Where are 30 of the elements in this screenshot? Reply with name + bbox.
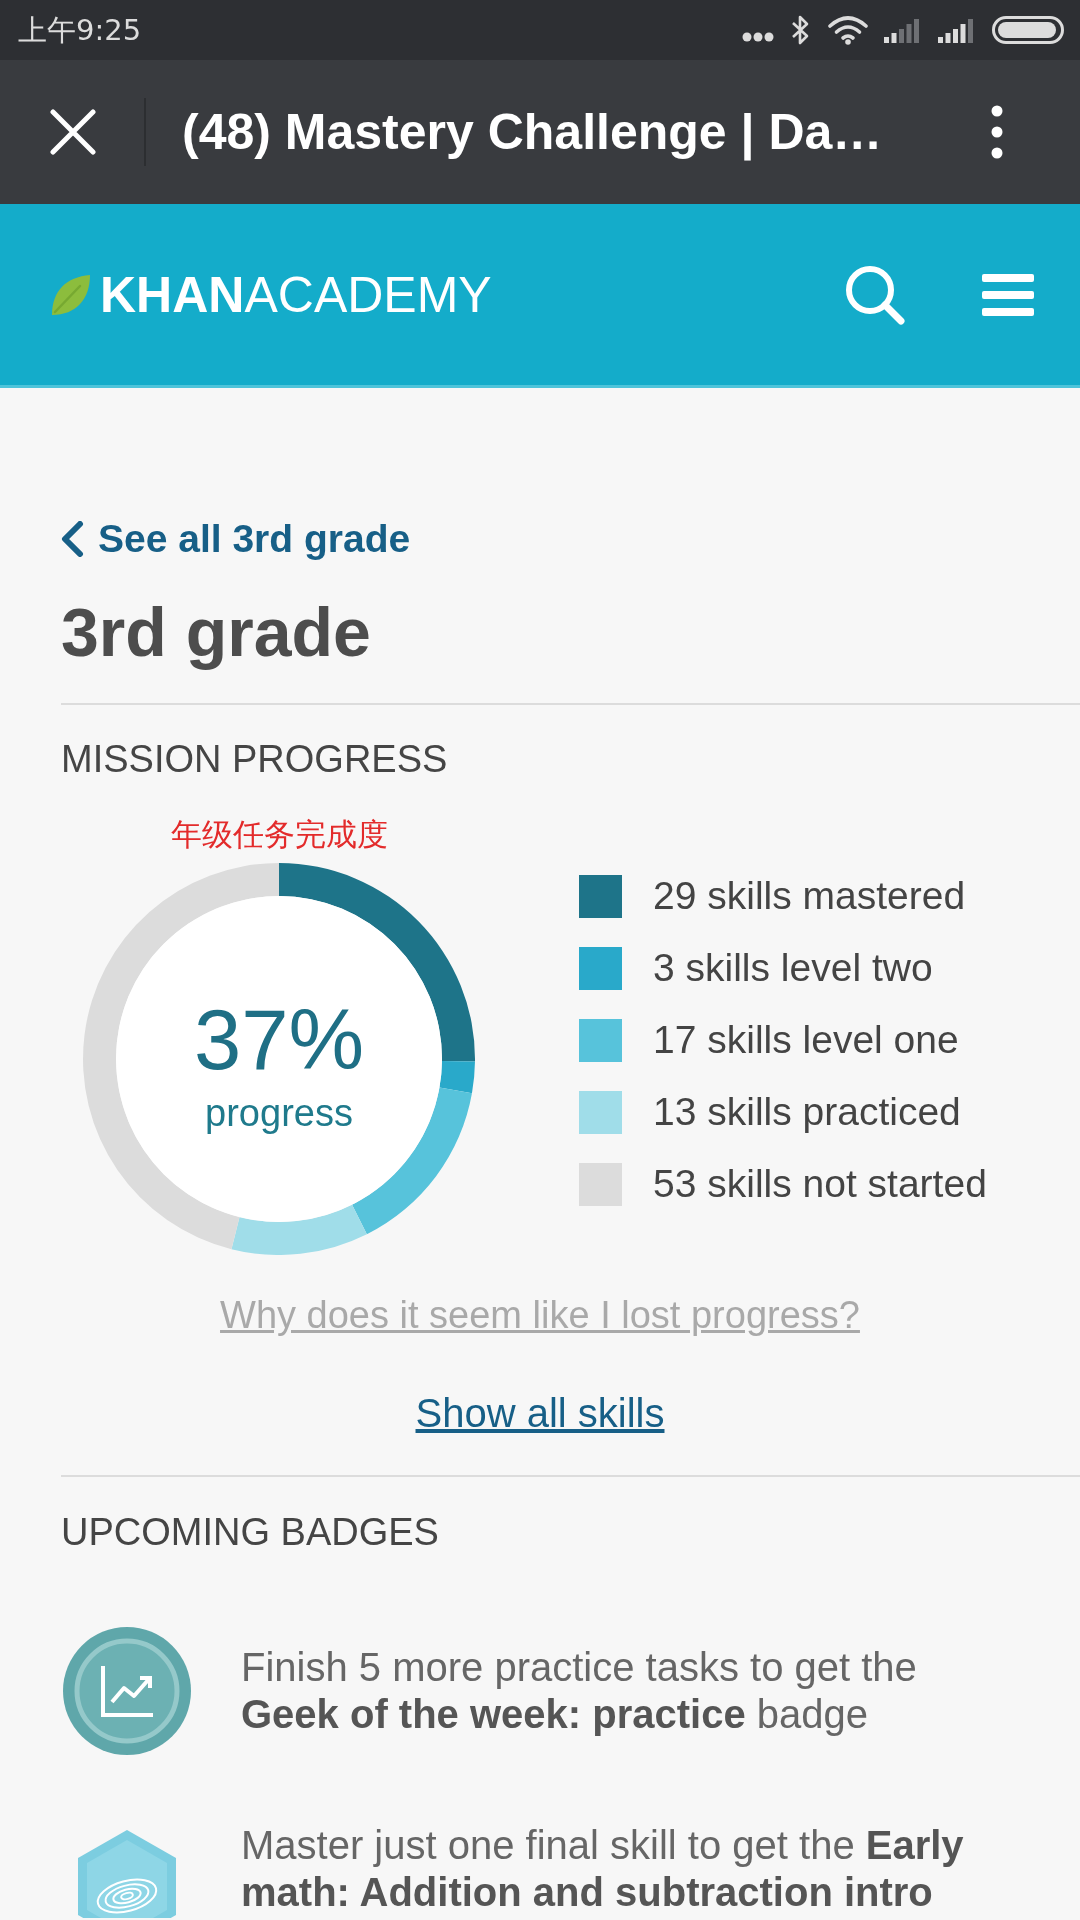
signal-icon bbox=[884, 17, 922, 43]
legend-label: 29 skills mastered bbox=[653, 873, 966, 919]
legend-label: 17 skills level one bbox=[653, 1017, 959, 1063]
progress-label: progress bbox=[205, 1091, 353, 1135]
section-heading: UPCOMING BADGES bbox=[61, 1510, 439, 1555]
browser-page-title: (48) Mastery Challenge | Da… bbox=[182, 103, 884, 162]
legend-label: 53 skills not started bbox=[653, 1161, 987, 1207]
progress-percent: 37% bbox=[193, 995, 365, 1085]
chevron-left-icon bbox=[60, 521, 84, 557]
more-dots-icon bbox=[742, 32, 774, 42]
show-all-link[interactable]: Show all skills bbox=[415, 1388, 665, 1438]
trend-chart-badge-icon bbox=[62, 1626, 192, 1756]
status-time: 上午9:25 bbox=[18, 12, 143, 48]
legend-label: 13 skills practiced bbox=[653, 1089, 961, 1135]
badge-description: Master just one final skill to get the Early math: Addition and subtraction intro bbox=[241, 1822, 965, 1916]
section-heading: MISSION PROGRESS bbox=[61, 737, 448, 782]
menu-icon[interactable] bbox=[982, 273, 1034, 316]
page-heading: 3rd grade bbox=[61, 593, 371, 672]
leaf-icon bbox=[50, 272, 92, 317]
more-options-icon[interactable] bbox=[991, 105, 1003, 159]
spiral-badge-icon bbox=[78, 1830, 176, 1918]
signal-icon bbox=[938, 17, 976, 43]
battery-icon bbox=[992, 16, 1064, 44]
close-icon[interactable] bbox=[50, 109, 96, 155]
wifi-icon bbox=[828, 15, 868, 45]
annotation-text: 年级任务完成度 bbox=[170, 815, 388, 854]
legend-label: 3 skills level two bbox=[653, 945, 933, 991]
badge-description: Finish 5 more practice tasks to get the Geek of the week: practice badge bbox=[241, 1644, 918, 1738]
back-link[interactable]: See all 3rd grade bbox=[60, 515, 411, 563]
search-icon[interactable] bbox=[844, 263, 906, 326]
